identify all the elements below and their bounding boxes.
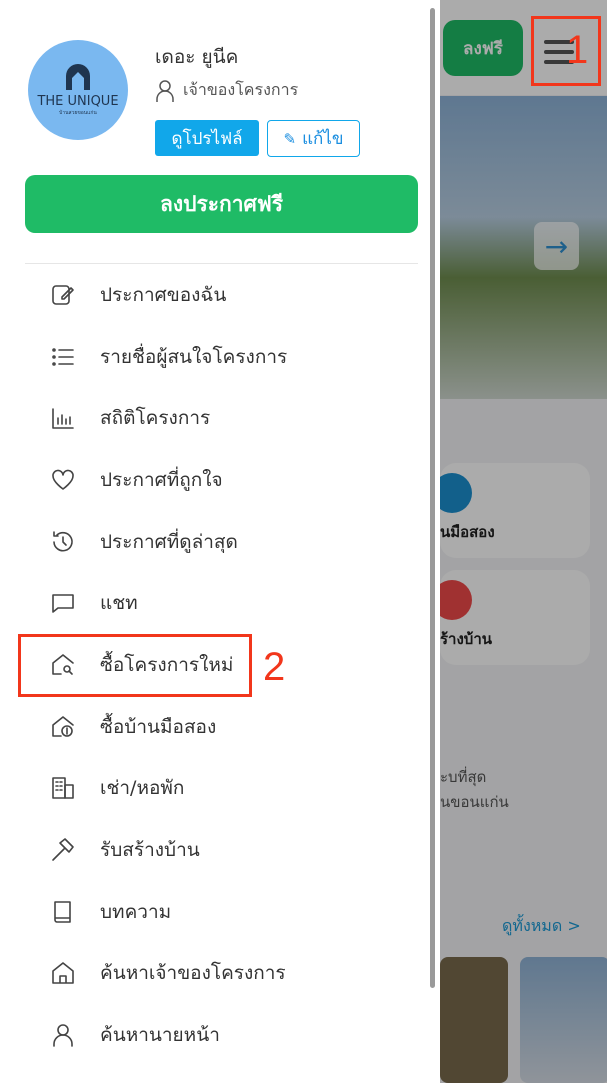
menu-item-label: ค้นหาเจ้าของโครงการ — [100, 962, 286, 985]
edit-label: แก้ไข — [302, 129, 344, 149]
menu-item-label: รายชื่อผู้สนใจโครงการ — [100, 345, 288, 368]
menu-item-label: ค้นหานายหน้า — [100, 1024, 220, 1047]
avatar: THE UNIQUE บ้านสวยขอนแก่น — [28, 40, 128, 140]
menu-item-book[interactable]: บทความ — [0, 881, 430, 943]
scrollbar[interactable] — [430, 8, 435, 988]
view-profile-button[interactable]: ดูโปรไฟล์ — [155, 120, 259, 156]
person-icon — [53, 1024, 73, 1047]
menu-item-label: ประกาศที่ดูล่าสุด — [100, 530, 238, 553]
post-listing-button[interactable]: ลงประกาศฟรี — [25, 175, 418, 233]
annotation-number-1: 1 — [566, 28, 589, 72]
profile-name: เดอะ ยูนีค — [155, 46, 239, 68]
menu-item-house-dollar[interactable]: ซื้อบ้านมือสอง — [0, 696, 430, 758]
menu-item-label: ซื้อบ้านมือสอง — [100, 715, 217, 738]
dim-overlay[interactable] — [440, 0, 607, 1083]
annotation-number-2: 2 — [263, 645, 286, 689]
menu-item-label: สถิติโครงการ — [100, 407, 211, 430]
role-text: เจ้าของโครงการ — [183, 80, 299, 99]
logo-subtext: บ้านสวยขอนแก่น — [59, 109, 97, 116]
menu-item-list[interactable]: รายชื่อผู้สนใจโครงการ — [0, 326, 430, 388]
menu-item-label: ประกาศที่ถูกใจ — [100, 468, 223, 491]
bar-chart-icon — [52, 408, 74, 430]
pencil-icon: ✎ — [283, 129, 297, 148]
profile-role: เจ้าของโครงการ — [155, 78, 298, 103]
menu-item-house[interactable]: ค้นหาเจ้าของโครงการ — [0, 943, 430, 1005]
menu-item-person[interactable]: ค้นหานายหน้า — [0, 1004, 430, 1066]
menu-item-label: รับสร้างบ้าน — [100, 839, 200, 862]
house-logo-icon — [66, 63, 90, 90]
heart-icon — [52, 469, 74, 490]
menu-item-label: ประกาศของฉัน — [100, 283, 227, 306]
edit-profile-button[interactable]: ✎ แก้ไข — [267, 120, 360, 157]
menu-item-hammer[interactable]: รับสร้างบ้าน — [0, 819, 430, 881]
menu-item-chat[interactable]: แชท — [0, 572, 430, 634]
logo-text: THE UNIQUE — [37, 93, 119, 109]
house-dollar-icon — [52, 715, 74, 737]
house-icon — [52, 962, 74, 985]
menu-item-heart[interactable]: ประกาศที่ถูกใจ — [0, 449, 430, 511]
person-icon — [156, 79, 174, 102]
menu-item-label: แชท — [100, 592, 138, 615]
hammer-icon — [52, 838, 74, 861]
menu-item-building[interactable]: เช่า/หอพัก — [0, 758, 430, 820]
menu-item-history[interactable]: ประกาศที่ดูล่าสุด — [0, 511, 430, 573]
menu-item-edit-note[interactable]: ประกาศของฉัน — [0, 264, 430, 326]
menu-item-label: เช่า/หอพัก — [100, 777, 185, 800]
building-icon — [52, 777, 74, 800]
menu-item-label: บทความ — [100, 900, 172, 923]
menu-item-bar-chart[interactable]: สถิติโครงการ — [0, 387, 430, 449]
list-icon — [52, 347, 74, 366]
edit-note-icon — [52, 285, 74, 305]
chat-icon — [52, 594, 74, 614]
book-icon — [54, 900, 71, 923]
history-icon — [53, 530, 73, 552]
annotation-box-2 — [18, 634, 252, 697]
side-drawer: THE UNIQUE บ้านสวยขอนแก่น เดอะ ยูนีค เจ้… — [0, 0, 440, 1083]
